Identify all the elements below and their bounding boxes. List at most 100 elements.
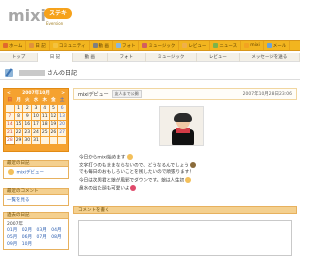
comment-textarea[interactable] (78, 220, 292, 256)
nav-item-label: mixi (250, 43, 260, 48)
past-diary-month[interactable]: 06月 (22, 234, 36, 240)
past-diary-body: 2007年 01月 02月 03月 04月 05月 06月 07月 08月 09… (3, 219, 69, 250)
nav-item-home[interactable]: ホーム (0, 41, 27, 50)
calendar-day[interactable]: 13 (58, 113, 66, 120)
weekday-label: 金 (49, 97, 58, 104)
nav-item-news[interactable]: ニュース (210, 41, 242, 50)
calendar-day[interactable]: 20 (58, 121, 66, 128)
recent-diary-link[interactable]: mixiデビュー (16, 171, 44, 176)
smile-icon (185, 176, 192, 183)
calendar-day[interactable]: 16 (23, 121, 32, 128)
past-diary-month[interactable]: 04月 (51, 227, 65, 233)
entry-title-group: mixiデビュー 友人まで公開 (78, 90, 142, 98)
calendar-day[interactable]: 31 (32, 137, 40, 144)
calendar-day (6, 105, 14, 112)
subnav-video[interactable]: 動 画 (73, 53, 108, 62)
calendar-day[interactable]: 3 (32, 105, 40, 112)
nav-item-label: 動 画 (98, 43, 109, 49)
calendar-month-label: 2007年10月 (22, 91, 50, 96)
nav-item-video[interactable]: 動 画 (90, 41, 113, 50)
subnav-top[interactable]: トップ (0, 53, 38, 62)
nav-item-music[interactable]: ミュージック (139, 41, 180, 50)
calendar-day[interactable]: 15 (14, 121, 23, 128)
entry-line-text: 今日からmixi始めます (79, 155, 126, 161)
entry-line: 今日は次男君と娘が風邪でダウンです。娘は人生初 (79, 176, 285, 185)
calendar-day[interactable]: 11 (40, 113, 49, 120)
calendar-day[interactable]: 17 (32, 121, 40, 128)
nav-item-label: ミュージック (148, 43, 176, 49)
diary-entry: mixiデビュー 友人まで公開 2007年10月28日23:06 今日からmix… (73, 88, 297, 260)
recent-comment-link[interactable]: 一覧を見る (7, 198, 30, 203)
subnav-send-message[interactable]: メッセージを送る (240, 53, 300, 62)
diary-icon (29, 43, 35, 48)
calendar-day[interactable]: 4 (40, 105, 49, 112)
calendar-day[interactable]: 26 (49, 129, 58, 136)
calendar-day[interactable]: 10 (32, 113, 40, 120)
entry-line-text: 今日は次男君と娘が風邪でダウンです。娘は人生初 (79, 178, 185, 183)
calendar-day[interactable]: 24 (32, 129, 40, 136)
subnav-review[interactable]: レビュー (197, 53, 240, 62)
calendar-day[interactable]: 25 (40, 129, 49, 136)
mixi-logo[interactable]: mixi (8, 6, 46, 25)
calendar-day[interactable]: 14 (6, 121, 14, 128)
nav-item-photo[interactable]: フォト (113, 41, 140, 50)
calendar-day[interactable]: 1 (14, 105, 23, 112)
calendar-next-button[interactable]: > (61, 91, 65, 96)
header: mixi ステキ Eversion (0, 0, 300, 38)
calendar-day[interactable]: 23 (23, 129, 32, 136)
weekday-label: 火 (23, 97, 32, 104)
entry-photo[interactable] (159, 106, 204, 146)
pencil-icon (5, 68, 13, 77)
subnav-photo[interactable]: フォト (108, 53, 146, 62)
past-diary-month[interactable]: 10月 (22, 241, 36, 247)
calendar-day[interactable]: 9 (23, 113, 32, 120)
past-diary-month[interactable]: 08月 (51, 234, 65, 240)
weekday-label: 土 (58, 97, 66, 104)
calendar-day[interactable]: 5 (49, 105, 58, 112)
past-diary-month[interactable]: 05月 (7, 234, 21, 240)
calendar-day[interactable]: 2 (23, 105, 32, 112)
calendar-prev-button[interactable]: < (7, 91, 11, 96)
community-icon (52, 43, 58, 48)
past-diary-month[interactable]: 02月 (22, 227, 36, 233)
subnav-diary[interactable]: 日 記 (37, 53, 73, 62)
video-icon (92, 43, 98, 48)
past-diary-month[interactable]: 01月 (7, 227, 21, 233)
subnav-music[interactable]: ミュージック (146, 53, 198, 62)
smile-icon (126, 154, 133, 160)
photo-icon (115, 43, 121, 48)
nav-item-label: フォト (121, 43, 136, 49)
calendar-header: < 2007年10月 > (4, 89, 68, 97)
calendar-day[interactable]: 7 (6, 113, 14, 120)
calendar-day[interactable]: 6 (58, 105, 66, 112)
entry-line-text: 鼻水の出た顔も可愛いよ (79, 186, 130, 191)
mail-icon (266, 43, 272, 48)
nav-item-mail[interactable]: メール (264, 41, 291, 50)
nav-item-diary[interactable]: 日 記 (26, 41, 50, 50)
calendar-day[interactable]: 19 (49, 121, 58, 128)
entry-header: mixiデビュー 友人まで公開 2007年10月28日23:06 (73, 88, 297, 100)
past-diary-month[interactable]: 03月 (37, 227, 51, 233)
logo-subtitle: Eversion (46, 21, 64, 26)
nav-item-community[interactable]: コミュニティ (50, 41, 90, 50)
nav-item-review[interactable]: レビュー (179, 41, 211, 50)
calendar-day[interactable]: 18 (40, 121, 49, 128)
calendar-day[interactable]: 30 (23, 137, 32, 144)
calendar-day[interactable]: 22 (14, 129, 23, 136)
nav-item-mixi[interactable]: mixi (241, 41, 264, 50)
calendar-day-today[interactable]: 28 (5, 136, 15, 145)
calendar-grid: 日 月 火 水 木 金 土 1 2 3 4 5 6 7 8 9 10 11 12… (4, 97, 68, 146)
past-diary-month[interactable]: 07月 (37, 234, 51, 240)
entry-title: mixiデビュー (78, 91, 109, 98)
past-diary-month[interactable]: 09月 (7, 241, 21, 247)
calendar-day[interactable]: 21 (6, 129, 14, 136)
calendar-day[interactable]: 29 (14, 137, 23, 144)
calendar-day[interactable]: 8 (14, 113, 23, 120)
smile-icon (8, 169, 14, 175)
calendar-day (40, 137, 49, 144)
weekday-label: 水 (32, 97, 40, 104)
calendar-day[interactable]: 27 (58, 129, 66, 136)
recent-diary-body: mixiデビュー (3, 167, 69, 179)
calendar-day (49, 137, 58, 144)
calendar-day[interactable]: 12 (49, 113, 58, 120)
